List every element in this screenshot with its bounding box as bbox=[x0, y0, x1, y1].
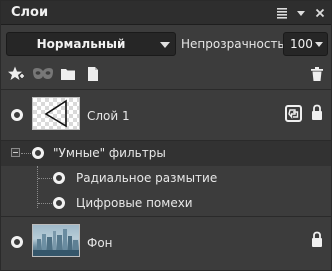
opacity-value: 100 bbox=[290, 37, 313, 51]
close-icon[interactable] bbox=[311, 1, 329, 25]
new-layer-icon[interactable] bbox=[84, 65, 102, 83]
blend-mode-dropdown[interactable]: Нормальный bbox=[6, 32, 176, 56]
tree-connector bbox=[38, 178, 52, 179]
filter-name: Цифровые помехи bbox=[76, 196, 193, 210]
tree-connector bbox=[21, 153, 31, 154]
layers-panel: Слои Нормальный Непрозрачность 100 Слой … bbox=[0, 0, 332, 271]
collapse-icon[interactable] bbox=[292, 1, 310, 25]
visibility-toggle[interactable] bbox=[11, 109, 23, 121]
filter-row[interactable]: Радиальное размытие bbox=[1, 166, 331, 191]
panel-options-icon[interactable] bbox=[273, 1, 291, 25]
filter-row[interactable]: Цифровые помехи bbox=[1, 191, 331, 216]
layer-name: Слой 1 bbox=[87, 109, 130, 123]
layer-thumbnail bbox=[32, 97, 80, 130]
layer-row-background[interactable]: Фон bbox=[1, 217, 331, 267]
city-skyline-image bbox=[33, 229, 79, 256]
opacity-field[interactable]: 100 bbox=[283, 32, 328, 56]
mask-icon[interactable] bbox=[32, 65, 54, 83]
layer-name: Фон bbox=[87, 236, 113, 250]
blend-mode-value: Нормальный bbox=[36, 37, 126, 51]
visibility-toggle[interactable] bbox=[53, 197, 65, 209]
visibility-toggle[interactable] bbox=[11, 236, 23, 248]
panel-title: Слои bbox=[11, 5, 49, 20]
panel-titlebar: Слои bbox=[1, 1, 331, 25]
visibility-toggle[interactable] bbox=[32, 147, 44, 159]
layer-thumbnail bbox=[32, 224, 80, 257]
smart-object-icon[interactable] bbox=[285, 105, 302, 122]
chevron-down-icon bbox=[315, 42, 323, 47]
favorite-star-icon[interactable] bbox=[7, 65, 25, 83]
tree-connector bbox=[38, 203, 52, 204]
smart-filters-label: "Умные" фильтры bbox=[53, 146, 166, 160]
opacity-label: Непрозрачность bbox=[181, 37, 285, 51]
lock-icon[interactable] bbox=[311, 104, 323, 124]
lock-icon[interactable] bbox=[311, 231, 323, 251]
layer-row-layer1[interactable]: Слой 1 bbox=[1, 90, 331, 140]
chevron-down-icon bbox=[160, 42, 170, 48]
triangle-shape-icon bbox=[44, 99, 67, 128]
smart-filters-row[interactable]: "Умные" фильтры bbox=[1, 141, 331, 166]
folder-icon[interactable] bbox=[59, 65, 77, 83]
minus-icon bbox=[13, 152, 18, 153]
filter-name: Радиальное размытие bbox=[76, 171, 218, 185]
collapse-toggle[interactable] bbox=[11, 148, 20, 157]
visibility-toggle[interactable] bbox=[53, 172, 65, 184]
trash-icon[interactable] bbox=[308, 65, 326, 83]
